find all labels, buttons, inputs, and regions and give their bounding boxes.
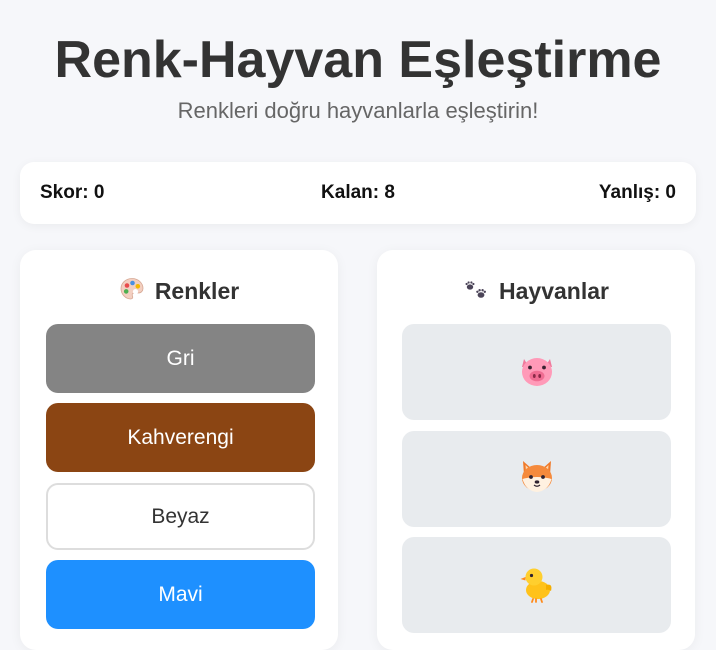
- color-button-label: Beyaz: [151, 504, 210, 528]
- animal-card-chick[interactable]: [402, 537, 671, 633]
- page-subtitle: Renkleri doğru hayvanlarla eşleştirin!: [177, 98, 539, 123]
- paw-prints-icon: [463, 278, 489, 309]
- animal-card-fox[interactable]: [402, 431, 671, 527]
- animals-panel-header: Hayvanlar: [377, 276, 695, 309]
- colors-panel: Renkler Gri Kahverengi Beyaz Mavi: [20, 250, 338, 650]
- chick-icon: [517, 563, 557, 608]
- color-button-label: Kahverengi: [127, 425, 234, 449]
- color-button-beyaz[interactable]: Beyaz: [46, 483, 315, 550]
- page-title: Renk-Hayvan Eşleştirme: [54, 31, 662, 89]
- remaining-stat: Kalan: 8: [321, 182, 395, 203]
- score-bar: Skor: 0 Kalan: 8 Yanlış: 0: [20, 162, 696, 224]
- color-button-label: Gri: [166, 346, 195, 370]
- palette-icon: [119, 276, 145, 309]
- animal-card-pig[interactable]: [402, 324, 671, 420]
- color-button-gri[interactable]: Gri: [46, 324, 315, 393]
- wrong-stat: Yanlış: 0: [598, 182, 676, 203]
- animals-panel-title: Hayvanlar: [499, 278, 609, 304]
- color-button-label: Mavi: [158, 582, 203, 606]
- animals-panel: Hayvanlar: [377, 250, 695, 650]
- colors-panel-header: Renkler: [20, 276, 338, 309]
- color-button-kahverengi[interactable]: Kahverengi: [46, 403, 315, 472]
- pig-face-icon: [517, 350, 557, 395]
- colors-panel-title: Renkler: [154, 278, 240, 304]
- color-button-mavi[interactable]: Mavi: [46, 560, 315, 629]
- fox-face-icon: [517, 457, 557, 502]
